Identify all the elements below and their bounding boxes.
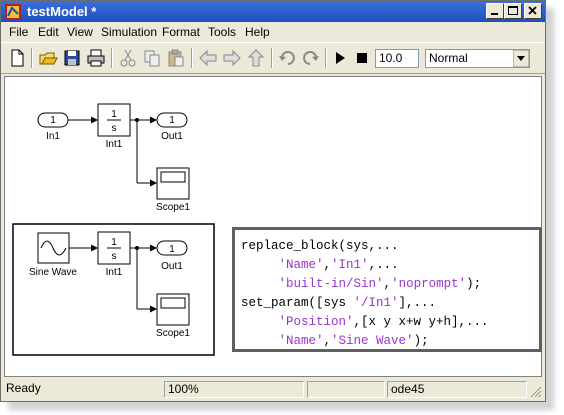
code-line: 'Name','In1',...	[241, 256, 539, 275]
toolbar-separator	[191, 48, 193, 68]
redo-icon[interactable]	[299, 47, 321, 69]
sine-wave-label: Sine Wave	[29, 267, 77, 278]
menu-help[interactable]: Help	[245, 25, 270, 39]
scope-label: Scope1	[156, 202, 190, 213]
code-text: );	[413, 334, 429, 348]
menu-file[interactable]: File	[9, 25, 28, 39]
code-line: set_param([sys '/In1'],...	[241, 294, 539, 313]
maximize-button[interactable]	[504, 3, 522, 19]
code-text: ],...	[398, 296, 437, 310]
scope-label: Scope1	[156, 328, 190, 339]
toolbar: 10.0 Normal	[1, 42, 545, 74]
menu-bar: File Edit View Simulation Format Tools H…	[1, 22, 545, 41]
back-icon[interactable]	[197, 47, 219, 69]
code-string: 'Name'	[278, 258, 324, 272]
integrator-denominator: s	[112, 123, 117, 134]
toolbar-separator	[111, 48, 113, 68]
code-line: replace_block(sys,...	[241, 237, 539, 256]
code-text: set_param([sys	[241, 296, 354, 310]
outport-label: Out1	[161, 131, 183, 142]
outport-label: Out1	[161, 261, 183, 272]
code-text: ,[x y x+w y+h],...	[353, 315, 489, 329]
integrator-label: Int1	[106, 139, 123, 150]
model-window: testModel * File Edit View Simulation Fo…	[0, 0, 546, 402]
integrator-numerator: 1	[111, 109, 117, 120]
close-icon	[528, 6, 537, 15]
new-model-icon[interactable]	[6, 47, 28, 69]
code-text: ,	[323, 258, 332, 272]
minimize-icon	[491, 13, 498, 15]
code-string: '/In1'	[353, 296, 399, 310]
open-icon[interactable]	[37, 47, 59, 69]
resize-grip-icon[interactable]	[529, 385, 542, 398]
menu-format[interactable]: Format	[162, 25, 200, 39]
stop-time-input[interactable]: 10.0	[375, 49, 419, 68]
minimize-button[interactable]	[486, 3, 504, 19]
code-text: replace_block(sys,...	[241, 239, 399, 253]
inport-number: 1	[50, 115, 56, 126]
start-simulation-icon[interactable]	[329, 47, 351, 69]
code-string: 'built-in/Sin'	[278, 277, 384, 291]
maximize-icon	[508, 6, 518, 15]
code-string: 'Position'	[278, 315, 354, 329]
outport-number: 1	[169, 244, 175, 255]
code-line: 'Position',[x y x+w y+h],...	[241, 313, 539, 332]
undo-icon[interactable]	[277, 47, 299, 69]
toolbar-separator	[31, 48, 33, 68]
code-line: 'built-in/Sin','noprompt');	[241, 275, 539, 294]
print-icon[interactable]	[85, 47, 107, 69]
code-string: 'Name'	[278, 334, 324, 348]
stop-simulation-icon[interactable]	[351, 47, 373, 69]
status-bar: Ready 100% ode45	[1, 379, 545, 401]
code-line: 'Name','Sine Wave');	[241, 332, 539, 351]
copy-icon[interactable]	[141, 47, 163, 69]
integrator-denominator: s	[112, 251, 117, 262]
toolbar-separator	[271, 48, 273, 68]
integrator-label: Int1	[106, 267, 123, 278]
forward-icon[interactable]	[221, 47, 243, 69]
menu-view[interactable]: View	[67, 25, 93, 39]
status-solver: ode45	[387, 381, 527, 398]
menu-simulation[interactable]: Simulation	[101, 25, 157, 39]
title-bar[interactable]: testModel *	[1, 1, 545, 22]
cut-icon[interactable]	[117, 47, 139, 69]
code-annotation: replace_block(sys,... 'Name','In1',... '…	[232, 227, 542, 352]
close-button[interactable]	[524, 3, 542, 19]
save-icon[interactable]	[61, 47, 83, 69]
model-canvas[interactable]: 1 In1 1 s Int1 1 Out1 Scope1 Sine Wave 1…	[4, 76, 542, 377]
menu-tools[interactable]: Tools	[208, 25, 236, 39]
code-string: 'In1'	[331, 258, 369, 272]
code-text: ,	[383, 277, 392, 291]
up-icon[interactable]	[245, 47, 267, 69]
status-zoom: 100%	[164, 381, 304, 398]
menu-edit[interactable]: Edit	[38, 25, 59, 39]
code-string: 'noprompt'	[391, 277, 467, 291]
paste-icon[interactable]	[165, 47, 187, 69]
toolbar-separator	[325, 48, 327, 68]
status-message: Ready	[6, 381, 41, 395]
simulink-app-icon	[5, 4, 21, 20]
simulation-mode-select[interactable]: Normal	[425, 49, 530, 68]
code-string: 'Sine Wave'	[331, 334, 414, 348]
inport-label: In1	[46, 131, 60, 142]
code-text: );	[466, 277, 482, 291]
integrator-numerator: 1	[111, 237, 117, 248]
code-text: ,	[323, 334, 332, 348]
chevron-down-icon[interactable]	[513, 50, 529, 67]
outport-number: 1	[169, 115, 175, 126]
simulation-mode-value: Normal	[429, 51, 468, 65]
window-title: testModel *	[27, 4, 97, 19]
status-empty-cell	[307, 381, 385, 398]
code-text: ,...	[368, 258, 399, 272]
